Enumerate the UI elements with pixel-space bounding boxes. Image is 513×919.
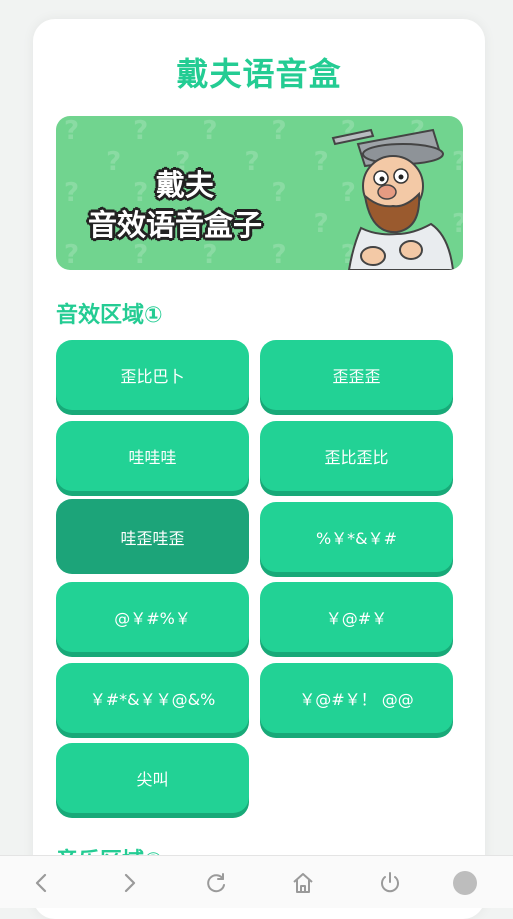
sound-button[interactable]: ￥@#￥ <box>260 582 453 652</box>
home-icon[interactable] <box>290 870 316 896</box>
banner-line2: 音效语音盒子 <box>88 208 263 242</box>
back-icon[interactable] <box>29 870 55 896</box>
sound-button[interactable]: @￥#%￥ <box>56 582 249 652</box>
sound-button[interactable]: 哇哇哇 <box>56 421 249 491</box>
sound-button-pressed[interactable]: 哇歪哇歪 <box>56 499 249 574</box>
forward-icon[interactable] <box>116 870 142 896</box>
banner: ? ? ? ? ? ? ? ? ? ? ? ? ? ? ? ? ? ? ? ? … <box>56 116 463 270</box>
sound-button[interactable]: 歪比歪比 <box>260 421 453 491</box>
browser-navbar <box>0 855 513 908</box>
sound-button[interactable]: 歪比巴卜 <box>56 340 249 410</box>
banner-line1: 戴夫 <box>156 168 215 202</box>
menu-dot-icon[interactable] <box>452 870 478 896</box>
sound-button[interactable]: ￥@#￥！ @@ <box>260 663 453 733</box>
sound-button[interactable]: 尖叫 <box>56 743 249 813</box>
sound-button[interactable]: %￥*&￥# <box>260 502 453 572</box>
main-card: 戴夫语音盒 ? ? ? ? ? ? ? ? ? ? ? ? ? ? ? ? ? … <box>33 19 485 919</box>
refresh-icon[interactable] <box>203 870 229 896</box>
crazy-dave-illustration <box>331 128 455 270</box>
sound-button[interactable]: ￥#*&￥￥@&% <box>56 663 249 733</box>
page-title: 戴夫语音盒 <box>176 55 342 93</box>
section-title-sfx: 音效区域① <box>56 303 163 328</box>
sound-button[interactable]: 歪歪歪 <box>260 340 453 410</box>
power-icon[interactable] <box>377 870 403 896</box>
